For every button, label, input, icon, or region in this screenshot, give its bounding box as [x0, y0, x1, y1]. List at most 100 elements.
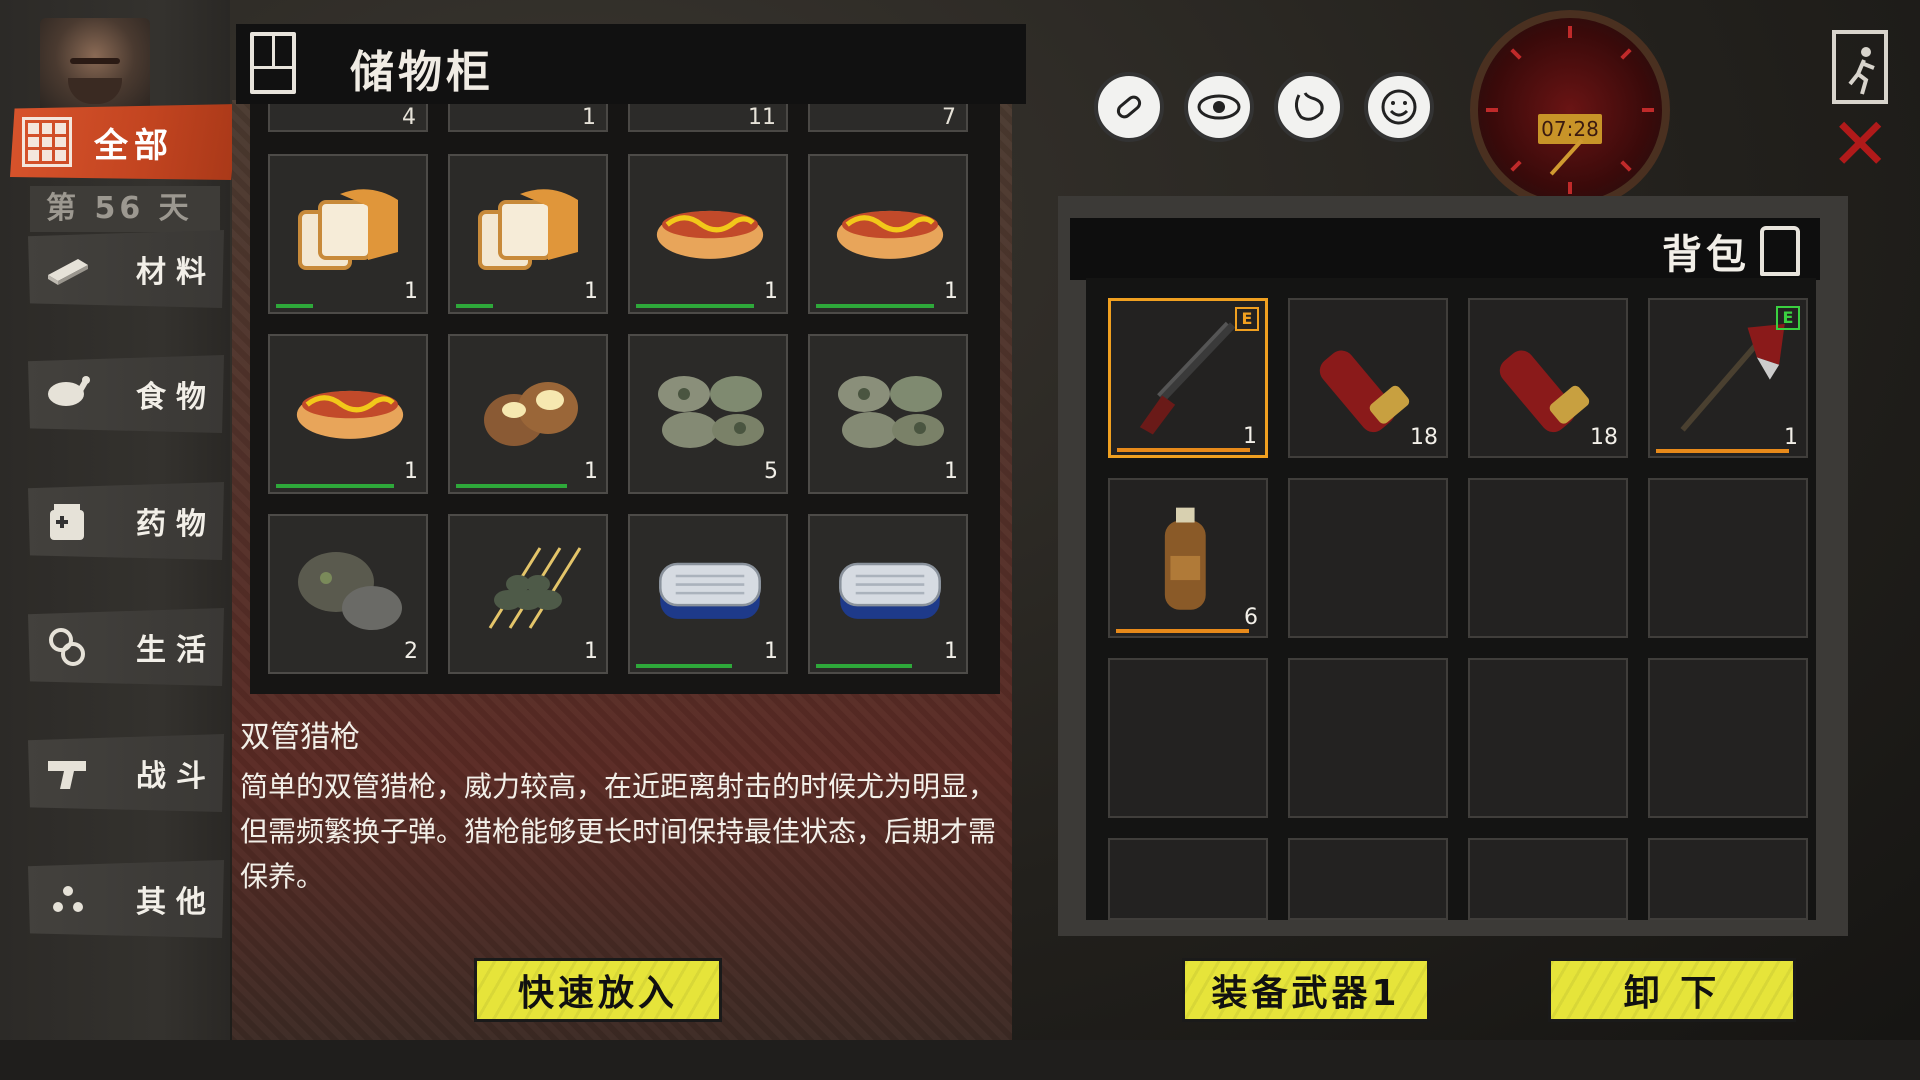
baked-potato-icon: [470, 358, 590, 458]
backpack-slot-double-barrel-shotgun[interactable]: E1: [1108, 298, 1268, 458]
combat-icon: [40, 745, 96, 801]
storage-slot-bread[interactable]: 1: [268, 154, 428, 314]
item-quantity: 1: [584, 639, 598, 664]
double-barrel-shotgun-icon: [1125, 311, 1255, 445]
item-quantity: 1: [404, 459, 418, 484]
stomach-icon[interactable]: [1274, 72, 1344, 142]
storage-slot[interactable]: 4: [268, 104, 428, 132]
backpack-slot-empty[interactable]: [1648, 658, 1808, 818]
storage-slot-skewers[interactable]: 1: [448, 514, 608, 674]
durability-bar: [276, 484, 394, 488]
storage-slot[interactable]: 1: [448, 104, 608, 132]
storage-slot-hotdog[interactable]: 1: [268, 334, 428, 494]
day-clock: 07:28: [1470, 10, 1670, 210]
durability-bar: [816, 664, 912, 668]
mood-icon[interactable]: [1364, 72, 1434, 142]
backpack-slot-fire-axe[interactable]: E1: [1648, 298, 1808, 458]
storage-slot-canned-fish[interactable]: 1: [808, 514, 968, 674]
storage-slot[interactable]: 11: [628, 104, 788, 132]
hotdog-icon: [830, 178, 950, 278]
category-life-label: 生活: [136, 633, 216, 668]
item-quantity: 1: [1243, 424, 1257, 449]
quick-store-button[interactable]: 快速放入: [474, 958, 722, 1022]
gas-canister-icon: [1124, 490, 1254, 624]
survivor-portrait[interactable]: [40, 18, 150, 113]
unload-label: 卸 下: [1623, 973, 1721, 1014]
storage-slot-rotten-potato[interactable]: 2: [268, 514, 428, 674]
item-quantity: 1: [584, 459, 598, 484]
category-all-tab[interactable]: 全部: [10, 104, 238, 180]
category-sidebar: 全部 第 56 天 材料 食物 药物 生活 战斗 其他: [0, 0, 238, 1080]
shotgun-shell-icon: [1484, 310, 1614, 444]
item-quantity: 1: [404, 279, 418, 304]
storage-slot-moldy-food[interactable]: 5: [628, 334, 788, 494]
equip-weapon-label: 装备武器1: [1211, 973, 1401, 1014]
backpack-slot-shotgun-shell[interactable]: 18: [1468, 298, 1628, 458]
canned-fish-icon: [830, 538, 950, 638]
item-quantity: 1: [944, 459, 958, 484]
backpack-slot-empty[interactable]: [1288, 478, 1448, 638]
durability-bar: [636, 304, 754, 308]
hotdog-icon: [290, 358, 410, 458]
backpack-slot-empty[interactable]: [1468, 658, 1628, 818]
backpack-slot-empty[interactable]: [1288, 658, 1448, 818]
hotdog-icon: [650, 178, 770, 278]
item-quantity: 1: [944, 279, 958, 304]
bread-icon: [470, 178, 590, 278]
backpack-slot-empty[interactable]: [1648, 478, 1808, 638]
canned-fish-icon: [650, 538, 770, 638]
item-quantity: 1: [1784, 425, 1798, 450]
backpack-slot-empty[interactable]: [1648, 838, 1808, 920]
category-food-tab[interactable]: 食物: [28, 355, 224, 433]
storage-slot-moldy-food[interactable]: 1: [808, 334, 968, 494]
storage-slot-bread[interactable]: 1: [448, 154, 608, 314]
category-other-label: 其他: [136, 885, 216, 920]
storage-slot-hotdog[interactable]: 1: [808, 154, 968, 314]
moldy-food-icon: [650, 358, 770, 458]
category-food-label: 食物: [136, 380, 216, 415]
category-other-tab[interactable]: 其他: [28, 860, 224, 938]
storage-slot-hotdog[interactable]: 1: [628, 154, 788, 314]
eye-icon[interactable]: [1184, 72, 1254, 142]
backpack-slot-gas-canister[interactable]: 6: [1108, 478, 1268, 638]
clock-time: 07:28: [1538, 114, 1602, 144]
storage-slot[interactable]: 7: [808, 104, 968, 132]
item-quantity: 18: [1410, 425, 1438, 450]
category-all-label: 全部: [94, 125, 174, 166]
durability-bar: [456, 484, 567, 488]
material-icon: [40, 241, 96, 297]
durability-bar: [456, 304, 493, 308]
category-medicine-tab[interactable]: 药物: [28, 482, 224, 560]
category-material-tab[interactable]: 材料: [28, 230, 224, 308]
rotten-potato-icon: [290, 538, 410, 638]
storage-slot-canned-fish[interactable]: 1: [628, 514, 788, 674]
durability-bar: [816, 304, 934, 308]
category-combat-tab[interactable]: 战斗: [28, 734, 224, 812]
unload-button[interactable]: 卸 下: [1548, 958, 1796, 1022]
backpack-slot-empty[interactable]: [1288, 838, 1448, 920]
medicine-icon: [40, 493, 96, 549]
clock-hand: [1549, 138, 1584, 176]
durability-bar: [1117, 448, 1250, 452]
equip-weapon-button[interactable]: 装备武器1: [1182, 958, 1430, 1022]
category-material-label: 材料: [136, 255, 216, 290]
backpack-slot-shotgun-shell[interactable]: 18: [1288, 298, 1448, 458]
exit-door-icon[interactable]: [1832, 30, 1888, 104]
bottom-strip: [0, 1040, 1920, 1080]
durability-bar: [1656, 449, 1789, 453]
item-quantity: 1: [584, 279, 598, 304]
pill-icon[interactable]: [1094, 72, 1164, 142]
item-quantity: 1: [764, 639, 778, 664]
item-description-title: 双管猎枪: [240, 720, 360, 755]
equipped-tag: E: [1235, 307, 1259, 331]
day-counter: 第 56 天: [30, 186, 220, 232]
equipped-tag: E: [1776, 306, 1800, 330]
durability-bar: [1116, 629, 1249, 633]
backpack-slot-empty[interactable]: [1108, 838, 1268, 920]
backpack-slot-empty[interactable]: [1468, 478, 1628, 638]
category-life-tab[interactable]: 生活: [28, 608, 224, 686]
backpack-slot-empty[interactable]: [1468, 838, 1628, 920]
close-icon[interactable]: ✕: [1830, 108, 1890, 180]
backpack-slot-empty[interactable]: [1108, 658, 1268, 818]
storage-slot-baked-potato[interactable]: 1: [448, 334, 608, 494]
